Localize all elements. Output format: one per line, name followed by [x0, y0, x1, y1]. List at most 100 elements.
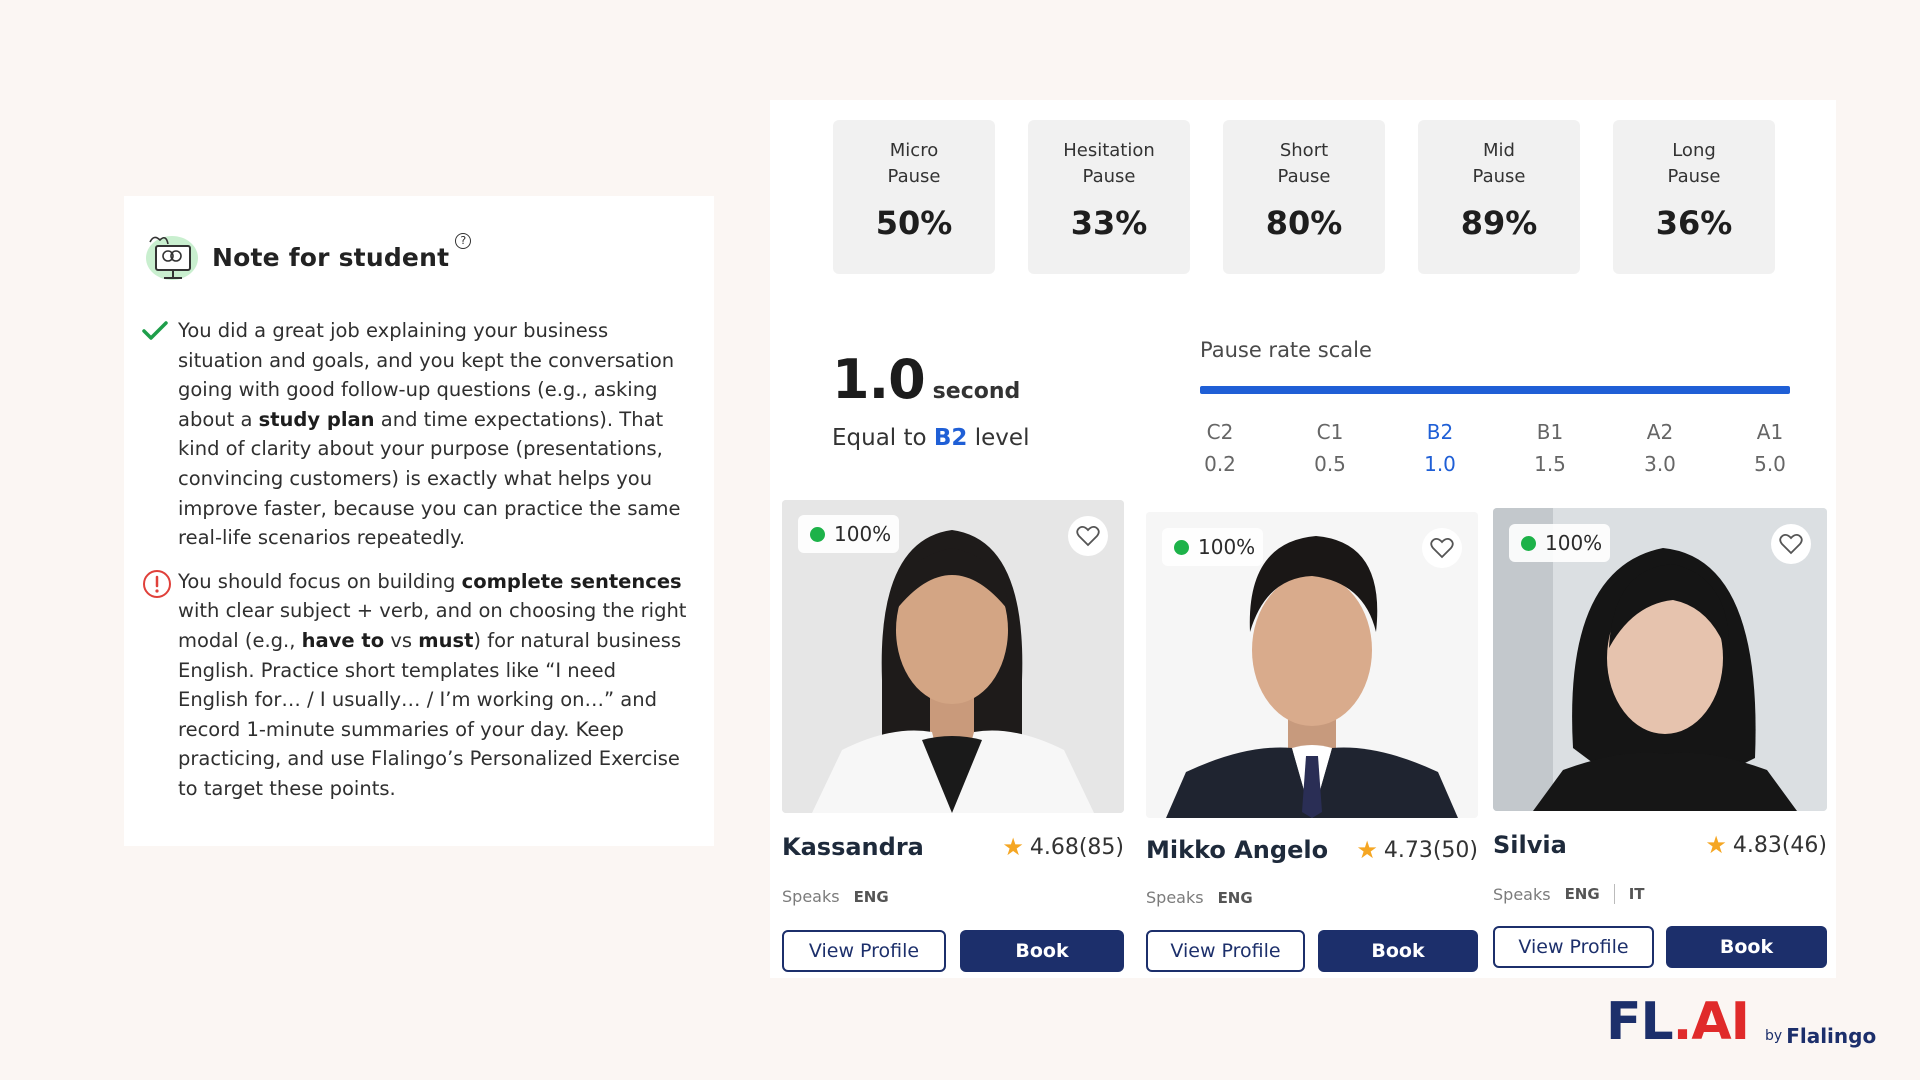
- pause-rate-unit: second: [932, 379, 1021, 404]
- pause-label: Pause: [1082, 166, 1136, 187]
- pause-box-hesitation: Hesitation Pause 33%: [1028, 120, 1190, 274]
- scale-items: C2 0.2 C1 0.5 B2 1.0 B1 1.5 A2 3.0 A1 5.0: [1200, 416, 1790, 480]
- improvement-note-text: You should focus on building complete se…: [178, 567, 688, 804]
- language-tag: ENG: [853, 887, 889, 906]
- scale-level: A1: [1756, 420, 1784, 444]
- text-segment: You should focus on building: [178, 569, 462, 593]
- speaks-label: Speaks: [1146, 888, 1204, 907]
- pause-value: 36%: [1655, 204, 1733, 242]
- scale-level: B1: [1536, 420, 1564, 444]
- pause-box-micro: Micro Pause 50%: [833, 120, 995, 274]
- pause-label: Long: [1672, 140, 1716, 161]
- book-button[interactable]: Book: [960, 930, 1124, 972]
- pause-rate-result: 1.0 second Equal to B2 level: [832, 348, 1029, 451]
- pause-label: Pause: [1472, 166, 1526, 187]
- scale-item-b1: B1 1.5: [1530, 416, 1570, 480]
- bold-segment: complete sentences: [461, 569, 682, 593]
- star-icon: ★: [1002, 833, 1024, 861]
- status-text: 100%: [1545, 531, 1603, 555]
- scale-item-b2: B2 1.0: [1420, 416, 1460, 480]
- speaks-label: Speaks: [782, 887, 840, 906]
- book-button[interactable]: Book: [1318, 930, 1478, 972]
- online-status-badge: 100%: [798, 515, 900, 553]
- teacher-rating: ★ 4.73(50): [1356, 836, 1478, 864]
- scale-value: 3.0: [1644, 452, 1676, 476]
- online-dot: [1521, 536, 1536, 551]
- scale-level: A2: [1646, 420, 1674, 444]
- note-title: Note for student: [212, 242, 450, 272]
- teacher-rating: ★ 4.68(85): [1002, 833, 1124, 861]
- language-tag: ENG: [1564, 885, 1600, 903]
- teacher-languages: Speaks ENG: [1146, 888, 1253, 907]
- pause-value: 80%: [1265, 204, 1343, 242]
- heart-icon[interactable]: [1068, 516, 1108, 556]
- logo-by: by: [1765, 1028, 1783, 1044]
- scale-level: B2: [1426, 420, 1454, 444]
- warning-icon: [142, 567, 178, 804]
- pause-box-short: Short Pause 80%: [1223, 120, 1385, 274]
- rating-text: 4.68(85): [1029, 834, 1124, 860]
- pause-box-mid: Mid Pause 89%: [1418, 120, 1580, 274]
- flai-logo: FL.AI by Flalingo: [1606, 996, 1876, 1048]
- language-tag: ENG: [1217, 888, 1253, 907]
- text-segment: Equal to: [832, 425, 934, 451]
- scale-item-a2: A2 3.0: [1640, 416, 1680, 480]
- logo-wordmark: FL.AI: [1606, 996, 1750, 1048]
- scale-value: 1.0: [1424, 452, 1456, 476]
- bold-segment: have to: [301, 628, 385, 652]
- pause-stats: Micro Pause 50% Hesitation Pause 33% Sho…: [833, 120, 1775, 274]
- language-separator: [1613, 884, 1615, 904]
- teacher-photo[interactable]: 100%: [782, 500, 1124, 813]
- online-status-badge: 100%: [1509, 524, 1611, 562]
- pause-label: Short: [1279, 140, 1329, 161]
- pause-label: Pause: [1277, 166, 1331, 187]
- view-profile-button[interactable]: View Profile: [1146, 930, 1305, 972]
- scale-item-c1: C1 0.5: [1310, 416, 1350, 480]
- text-segment: ) for natural business English. Practice…: [178, 628, 682, 800]
- brain-monitor-icon: [142, 228, 200, 286]
- online-dot: [810, 527, 825, 542]
- logo-brand: Flalingo: [1786, 1024, 1877, 1048]
- online-dot: [1174, 540, 1189, 555]
- help-icon[interactable]: ?: [455, 233, 472, 249]
- view-profile-button[interactable]: View Profile: [782, 930, 946, 972]
- teacher-name[interactable]: Silvia: [1493, 831, 1567, 859]
- scale-value: 0.2: [1204, 452, 1236, 476]
- book-button[interactable]: Book: [1666, 926, 1827, 968]
- text-segment: level: [967, 425, 1030, 451]
- note-header: Note for student ?: [142, 222, 688, 292]
- improvement-note: You should focus on building complete se…: [142, 567, 688, 804]
- heart-icon[interactable]: [1422, 528, 1462, 568]
- rating-text: 4.83(46): [1732, 832, 1827, 858]
- scale-value: 1.5: [1534, 452, 1566, 476]
- scale-title: Pause rate scale: [1200, 338, 1372, 362]
- pause-label: Hesitation: [1063, 140, 1155, 161]
- teacher-name[interactable]: Mikko Angelo: [1146, 836, 1328, 864]
- checkmark-icon: [142, 316, 178, 553]
- status-text: 100%: [834, 522, 892, 546]
- pause-value: 50%: [875, 204, 953, 242]
- speaks-label: Speaks: [1493, 884, 1551, 904]
- scale-value: 0.5: [1314, 452, 1346, 476]
- pause-rate-value: 1.0: [832, 348, 926, 411]
- online-status-badge: 100%: [1162, 528, 1264, 566]
- heart-icon[interactable]: [1771, 524, 1811, 564]
- star-icon: ★: [1356, 836, 1378, 864]
- teacher-languages: Speaks ENG IT: [1493, 884, 1645, 904]
- text-segment: vs: [384, 628, 419, 652]
- scale-bar: [1200, 386, 1790, 394]
- teacher-card-kassandra: 100% Kassandra ★ 4.68(85) Speaks ENG View …: [782, 500, 1124, 974]
- logo-part: AI: [1691, 992, 1750, 1052]
- pause-box-long: Long Pause 36%: [1613, 120, 1775, 274]
- bold-segment: study plan: [258, 407, 375, 431]
- scale-level: C1: [1316, 420, 1344, 444]
- teacher-photo[interactable]: 100%: [1146, 512, 1478, 818]
- positive-note: You did a great job explaining your busi…: [142, 316, 688, 553]
- logo-part: .: [1672, 992, 1693, 1052]
- teacher-photo[interactable]: 100%: [1493, 508, 1827, 811]
- pause-value: 89%: [1460, 204, 1538, 242]
- teacher-name[interactable]: Kassandra: [782, 833, 924, 861]
- positive-note-text: You did a great job explaining your busi…: [178, 316, 688, 553]
- star-icon: ★: [1705, 831, 1727, 859]
- view-profile-button[interactable]: View Profile: [1493, 926, 1654, 968]
